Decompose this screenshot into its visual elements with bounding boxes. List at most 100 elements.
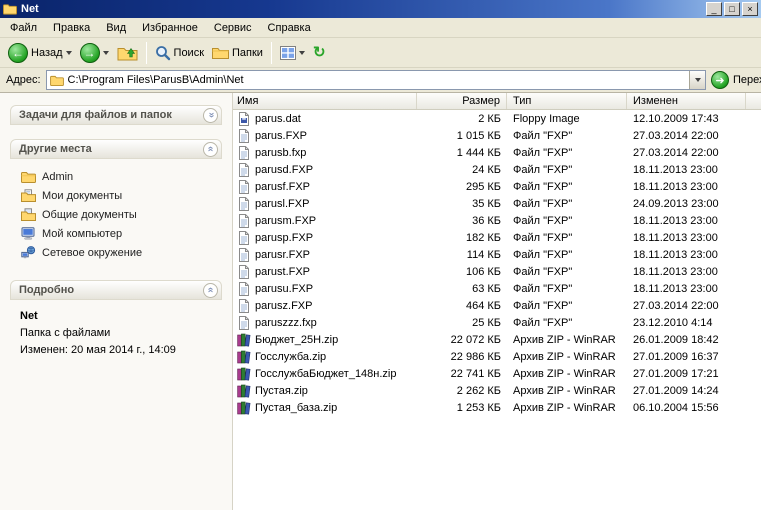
places-section-header[interactable]: Другие места » xyxy=(10,139,222,159)
file-name-cell: ГосслужбаБюджет_148н.zip xyxy=(233,367,417,381)
details-body: Net Папка с файлами Изменен: 20 мая 2014… xyxy=(10,300,222,363)
close-button[interactable]: × xyxy=(742,2,758,16)
file-name-cell: parust.FXP xyxy=(233,264,417,279)
maximize-button[interactable]: □ xyxy=(724,2,740,16)
file-modified: 27.03.2014 22:00 xyxy=(633,299,719,312)
back-button[interactable]: ← Назад xyxy=(4,41,76,65)
menu-item-favorites[interactable]: Избранное xyxy=(134,20,206,36)
views-dropdown-icon[interactable] xyxy=(298,50,305,55)
file-row[interactable]: parusr.FXP 114 КБ Файл "FXP" 18.11.2013 23:… xyxy=(233,246,761,263)
file-modified: 27.01.2009 16:37 xyxy=(633,350,719,363)
forward-button[interactable]: → xyxy=(76,41,113,65)
file-name: parusm.FXP xyxy=(255,214,317,227)
file-name: Бюджет_25Н.zip xyxy=(255,333,339,346)
file-row[interactable]: parust.FXP 106 КБ Файл "FXP" 18.11.2013 23:… xyxy=(233,263,761,280)
file-modified: 06.10.2004 15:56 xyxy=(633,401,719,414)
column-header-mod[interactable]: Изменен xyxy=(627,93,746,109)
address-bar: Адрес: C:\Program Files\ParusB\Admin\Net… xyxy=(0,68,761,93)
search-button[interactable]: Поиск xyxy=(151,43,208,63)
file-row[interactable]: parusl.FXP 35 КБ Файл "FXP" 24.09.2013 23:0… xyxy=(233,195,761,212)
sidebar: Задачи для файлов и папок » Другие места… xyxy=(0,93,233,510)
file-name-cell: parusd.FXP xyxy=(233,162,417,177)
file-modified: 18.11.2013 23:00 xyxy=(633,214,718,227)
file-row[interactable]: paruszzz.fxp 25 КБ Файл "FXP" 23.12.2010 4:… xyxy=(233,314,761,331)
fxp-document-icon xyxy=(237,179,251,194)
file-row[interactable]: Госслужба.zip 22 986 КБ Архив ZIP - WinRAR… xyxy=(233,348,761,365)
file-row[interactable]: Бюджет_25Н.zip 22 072 КБ Архив ZIP - WinRA… xyxy=(233,331,761,348)
tasks-section-title: Задачи для файлов и папок xyxy=(19,109,172,121)
shared-documents-icon xyxy=(20,208,36,221)
fxp-document-icon xyxy=(237,298,251,313)
expand-section-button[interactable]: » xyxy=(203,107,218,123)
file-name-cell: parusf.FXP xyxy=(233,179,417,194)
folders-button[interactable]: Папки xyxy=(208,44,267,61)
file-row[interactable]: parusd.FXP 24 КБ Файл "FXP" 18.11.2013 23:0… xyxy=(233,161,761,178)
file-size: 1 253 КБ xyxy=(456,401,501,414)
file-type: Файл "FXP" xyxy=(513,316,573,329)
back-icon: ← xyxy=(8,42,28,63)
go-button[interactable]: ➜ Переход xyxy=(711,71,761,89)
column-header-size[interactable]: Размер xyxy=(417,93,507,109)
minimize-button[interactable]: _ xyxy=(706,2,722,16)
file-row[interactable]: parusp.FXP 182 КБ Файл "FXP" 18.11.2013 23:… xyxy=(233,229,761,246)
views-icon xyxy=(279,45,296,60)
places-section-title: Другие места xyxy=(19,143,92,155)
collapse-section-button[interactable]: » xyxy=(203,141,218,157)
file-name: paruszzz.fxp xyxy=(255,316,317,329)
file-size: 2 262 КБ xyxy=(456,384,501,397)
column-header-name[interactable]: Имя xyxy=(233,93,417,109)
search-label: Поиск xyxy=(173,46,205,59)
place-link[interactable]: Мои документы xyxy=(20,186,218,205)
file-row[interactable]: Пустая.zip 2 262 КБ Архив ZIP - WinRAR 27.0… xyxy=(233,382,761,399)
window-folder-icon xyxy=(3,3,17,15)
file-modified: 18.11.2013 23:00 xyxy=(633,248,718,261)
column-header-type[interactable]: Тип xyxy=(507,93,627,109)
file-list-pane: Имя Размер Тип Изменен parus.dat 2 КБ Floppy … xyxy=(233,93,761,510)
fxp-document-icon xyxy=(237,162,251,177)
up-button[interactable] xyxy=(113,42,142,63)
file-name-cell: parusp.FXP xyxy=(233,230,417,245)
file-type: Архив ZIP - WinRAR xyxy=(513,350,616,363)
file-name: parusr.FXP xyxy=(255,248,311,261)
place-label: Сетевое окружение xyxy=(42,246,143,259)
my-computer-icon xyxy=(20,227,36,240)
fxp-document-icon xyxy=(237,281,251,296)
column-header-filler xyxy=(746,93,761,109)
file-row[interactable]: parusf.FXP 295 КБ Файл "FXP" 18.11.2013 23:… xyxy=(233,178,761,195)
menu-item-view[interactable]: Вид xyxy=(98,20,134,36)
file-type: Файл "FXP" xyxy=(513,146,573,159)
menu-item-edit[interactable]: Правка xyxy=(45,20,98,36)
address-combo[interactable]: C:\Program Files\ParusB\Admin\Net xyxy=(45,70,706,90)
place-link[interactable]: Admin xyxy=(20,167,218,186)
menu-item-tools[interactable]: Сервис xyxy=(206,20,260,36)
place-label: Admin xyxy=(42,170,74,183)
tasks-section-header[interactable]: Задачи для файлов и папок » xyxy=(10,105,222,125)
file-modified: 27.01.2009 14:24 xyxy=(633,384,719,397)
address-dropdown-button[interactable] xyxy=(689,71,705,89)
details-section-header[interactable]: Подробно » xyxy=(10,280,222,300)
file-row[interactable]: parusb.fxp 1 444 КБ Файл "FXP" 27.03.2014 2… xyxy=(233,144,761,161)
forward-dropdown-icon[interactable] xyxy=(102,50,109,55)
place-link[interactable]: Мой компьютер xyxy=(20,224,218,243)
file-row[interactable]: parusm.FXP 36 КБ Файл "FXP" 18.11.2013 23:0… xyxy=(233,212,761,229)
place-link[interactable]: Сетевое окружение xyxy=(20,243,218,262)
collapse-section-button[interactable]: » xyxy=(203,282,218,298)
file-row[interactable]: Пустая_база.zip 1 253 КБ Архив ZIP - WinRA… xyxy=(233,399,761,416)
place-label: Общие документы xyxy=(42,208,137,221)
file-row[interactable]: parus.FXP 1 015 КБ Файл "FXP" 27.03.2014 22… xyxy=(233,127,761,144)
file-type: Файл "FXP" xyxy=(513,265,573,278)
title-bar[interactable]: Net _ □ × xyxy=(0,0,761,18)
views-button[interactable] xyxy=(276,44,309,62)
toolbar: ← Назад → Поиск Папки ↻ xyxy=(0,38,761,68)
back-dropdown-icon[interactable] xyxy=(65,50,72,55)
file-row[interactable]: parusz.FXP 464 КБ Файл "FXP" 27.03.2014 22:… xyxy=(233,297,761,314)
up-folder-icon xyxy=(117,44,138,61)
refresh-button[interactable]: ↻ xyxy=(309,43,330,62)
file-row[interactable]: ГосслужбаБюджет_148н.zip 22 741 КБ Архив Z… xyxy=(233,365,761,382)
menu-item-help[interactable]: Справка xyxy=(260,20,319,36)
file-row[interactable]: parusu.FXP 63 КБ Файл "FXP" 18.11.2013 23:0… xyxy=(233,280,761,297)
place-link[interactable]: Общие документы xyxy=(20,205,218,224)
file-name: parusd.FXP xyxy=(255,163,314,176)
file-row[interactable]: parus.dat 2 КБ Floppy Image 12.10.2009 17:4… xyxy=(233,110,761,127)
menu-item-file[interactable]: Файл xyxy=(2,20,45,36)
